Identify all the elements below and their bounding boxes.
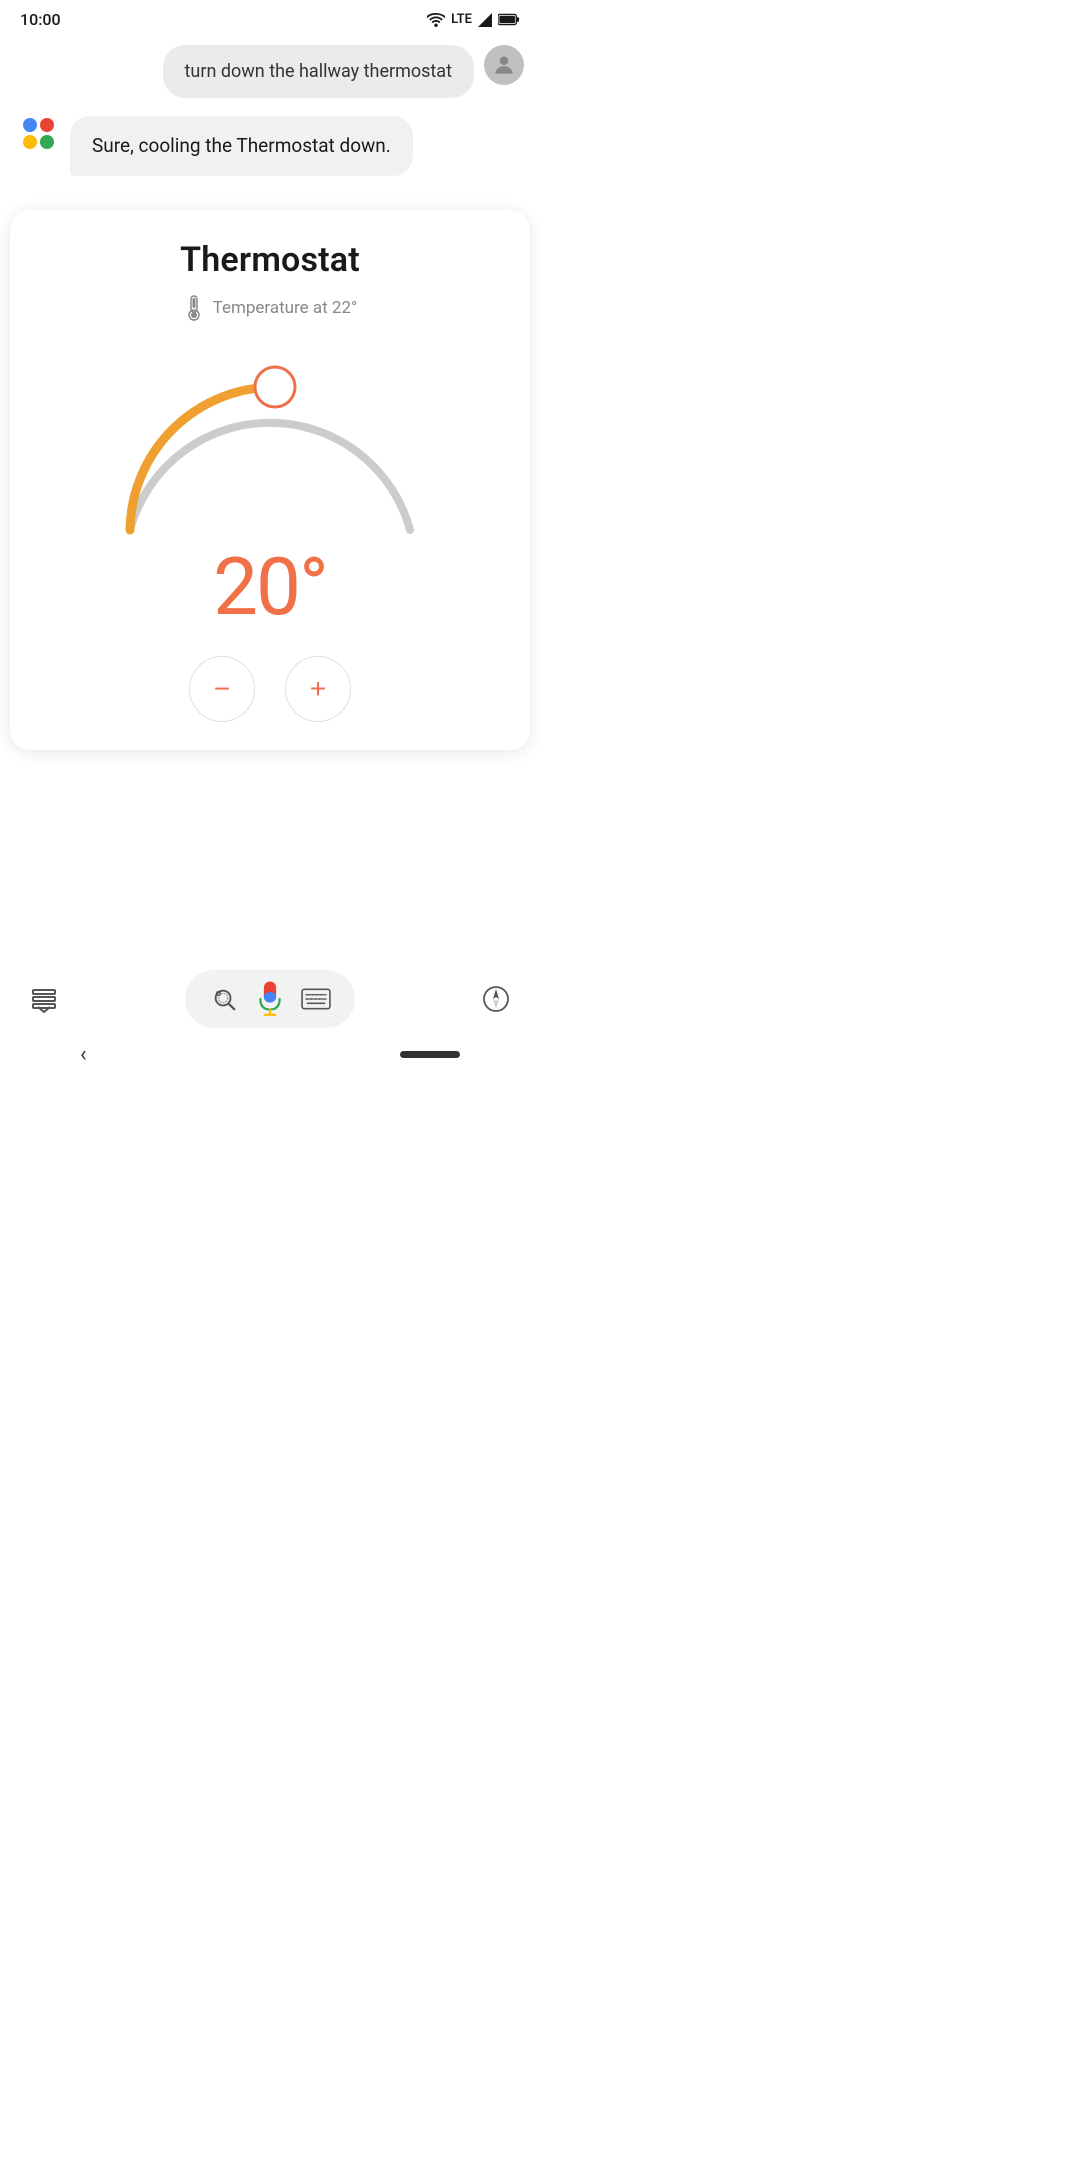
dial-container: [100, 340, 440, 540]
keyboard-button[interactable]: [299, 982, 333, 1016]
user-message-text: turn down the hallway thermostat: [185, 61, 452, 82]
signal-icon: [478, 13, 492, 27]
user-avatar: [484, 45, 524, 85]
battery-icon: [498, 13, 520, 26]
nav-bar: ‹: [0, 1028, 540, 1080]
mic-button[interactable]: [251, 980, 289, 1018]
temperature-display: 20°: [213, 540, 327, 634]
wifi-icon: [427, 13, 445, 27]
lte-label: LTE: [451, 12, 472, 27]
dot-red: [40, 118, 54, 132]
controls-row: − +: [189, 656, 351, 722]
compass-icon: [482, 985, 510, 1013]
user-bubble: turn down the hallway thermostat: [163, 45, 474, 98]
minus-icon: −: [214, 675, 230, 703]
temperature-label: Temperature at 22°: [213, 298, 358, 318]
increase-button[interactable]: +: [285, 656, 351, 722]
dial-handle[interactable]: [255, 367, 295, 407]
lens-icon: [211, 986, 237, 1012]
compass-button[interactable]: [476, 979, 516, 1019]
bottom-bar: [0, 970, 540, 1028]
home-indicator[interactable]: [400, 1051, 460, 1058]
decrease-button[interactable]: −: [189, 656, 255, 722]
status-bar: 10:00 LTE: [0, 0, 540, 35]
dot-blue: [23, 118, 37, 132]
mic-icon: [256, 981, 284, 1017]
assistant-row: Sure, cooling the Thermostat down.: [16, 116, 524, 176]
assistant-message-text: Sure, cooling the Thermostat down.: [92, 134, 391, 157]
back-button[interactable]: ‹: [80, 1042, 87, 1067]
thermostat-dial: [100, 340, 440, 540]
temperature-info: Temperature at 22°: [183, 294, 358, 322]
status-icons: LTE: [427, 12, 520, 27]
user-message-row: turn down the hallway thermostat: [16, 45, 524, 98]
assistant-input-pill: [185, 970, 355, 1028]
plus-icon: +: [310, 675, 326, 703]
thermostat-title: Thermostat: [180, 240, 360, 280]
thermometer-icon: [183, 294, 205, 322]
tray-icon: [30, 985, 58, 1013]
avatar-icon: [491, 52, 517, 78]
chat-area: turn down the hallway thermostat Sure, c…: [0, 35, 540, 202]
lens-button[interactable]: [207, 982, 241, 1016]
status-time: 10:00: [20, 10, 61, 29]
tray-icon-button[interactable]: [24, 979, 64, 1019]
dot-yellow: [23, 135, 37, 149]
thermostat-card: Thermostat Temperature at 22° 20° − +: [10, 210, 530, 750]
dot-green: [40, 135, 54, 149]
google-assistant-logo: [16, 116, 60, 149]
assistant-bubble: Sure, cooling the Thermostat down.: [70, 116, 413, 176]
keyboard-icon: [301, 988, 331, 1010]
